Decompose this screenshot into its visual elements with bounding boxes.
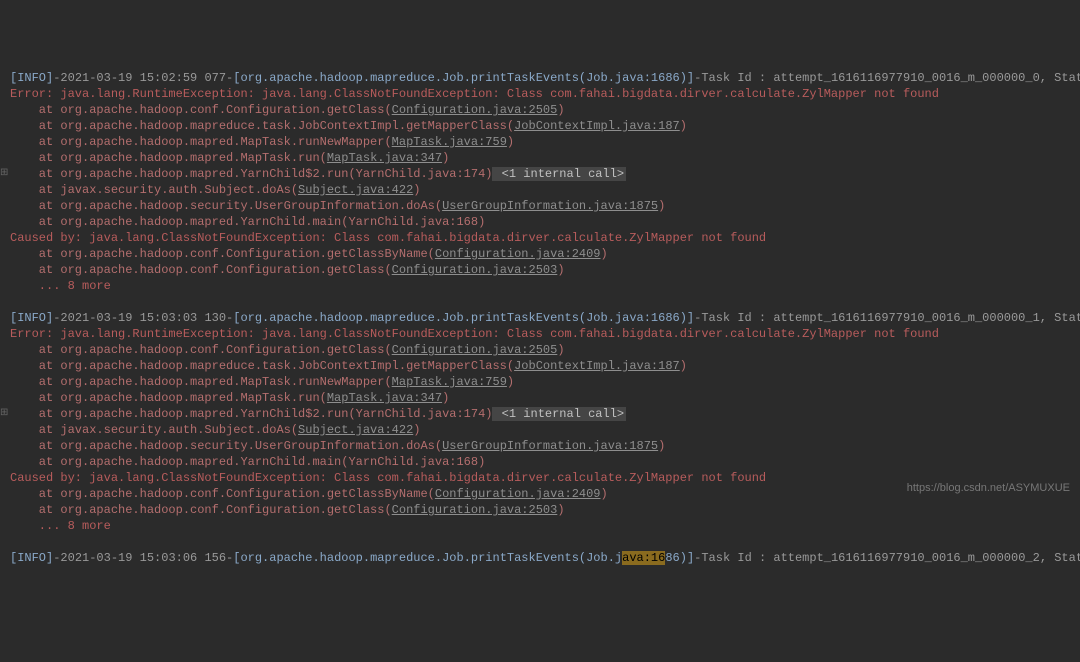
stack-frame: at org.apache.hadoop.mapreduce.task.JobC…	[10, 358, 1070, 374]
source-link[interactable]: Subject.java:422	[298, 423, 413, 437]
source-link[interactable]: MapTask.java:347	[327, 391, 442, 405]
log-info-line: [INFO]-2021-03-19 15:02:59 077-[org.apac…	[10, 70, 1070, 86]
source-link[interactable]: UserGroupInformation.java:1875	[442, 439, 658, 453]
stack-frame: ⊞ at org.apache.hadoop.mapred.YarnChild$…	[10, 406, 1070, 422]
stack-frame: at org.apache.hadoop.mapred.MapTask.run(…	[10, 390, 1070, 406]
stack-frame: at org.apache.hadoop.mapred.YarnChild.ma…	[10, 454, 1070, 470]
watermark: https://blog.csdn.net/ASYMUXUE	[907, 480, 1070, 496]
source-link[interactable]: Subject.java:422	[298, 183, 413, 197]
source-link[interactable]: JobContextImpl.java:187	[514, 119, 680, 133]
stack-frame: at org.apache.hadoop.security.UserGroupI…	[10, 198, 1070, 214]
blank-line	[10, 294, 1070, 310]
expand-icon[interactable]: ⊞	[0, 166, 8, 182]
source-link[interactable]: Configuration.java:2409	[435, 247, 601, 261]
source-link[interactable]: MapTask.java:759	[392, 135, 507, 149]
internal-call-badge[interactable]: <1 internal call>	[492, 167, 626, 181]
more-line: ... 8 more	[10, 278, 1070, 294]
stack-frame: at org.apache.hadoop.conf.Configuration.…	[10, 246, 1070, 262]
stack-frame: at org.apache.hadoop.conf.Configuration.…	[10, 262, 1070, 278]
stack-frame: at org.apache.hadoop.conf.Configuration.…	[10, 502, 1070, 518]
stack-frame: at org.apache.hadoop.conf.Configuration.…	[10, 102, 1070, 118]
source-link[interactable]: Configuration.java:2503	[392, 503, 558, 517]
blank-line	[10, 534, 1070, 550]
stack-frame: at org.apache.hadoop.mapred.MapTask.run(…	[10, 150, 1070, 166]
log-info-line: [INFO]-2021-03-19 15:03:03 130-[org.apac…	[10, 310, 1070, 326]
source-link[interactable]: Configuration.java:2503	[392, 263, 558, 277]
text-cursor: ava:16	[622, 551, 665, 565]
caused-by-line: Caused by: java.lang.ClassNotFoundExcept…	[10, 230, 1070, 246]
expand-icon[interactable]: ⊞	[0, 406, 8, 422]
stack-frame: at javax.security.auth.Subject.doAs(Subj…	[10, 182, 1070, 198]
more-line: ... 8 more	[10, 518, 1070, 534]
stack-frame: at javax.security.auth.Subject.doAs(Subj…	[10, 422, 1070, 438]
source-link[interactable]: Configuration.java:2505	[392, 103, 558, 117]
source-link[interactable]: UserGroupInformation.java:1875	[442, 199, 658, 213]
error-line: Error: java.lang.RuntimeException: java.…	[10, 86, 1070, 102]
stack-frame: at org.apache.hadoop.mapreduce.task.JobC…	[10, 118, 1070, 134]
stack-frame: ⊞ at org.apache.hadoop.mapred.YarnChild$…	[10, 166, 1070, 182]
internal-call-badge[interactable]: <1 internal call>	[492, 407, 626, 421]
stack-frame: at org.apache.hadoop.mapred.MapTask.runN…	[10, 134, 1070, 150]
error-line: Error: java.lang.RuntimeException: java.…	[10, 326, 1070, 342]
log-info-line: [INFO]-2021-03-19 15:03:06 156-[org.apac…	[10, 550, 1070, 566]
stack-frame: at org.apache.hadoop.security.UserGroupI…	[10, 438, 1070, 454]
source-link[interactable]: MapTask.java:759	[392, 375, 507, 389]
stack-frame: at org.apache.hadoop.mapred.MapTask.runN…	[10, 374, 1070, 390]
stack-frame: at org.apache.hadoop.conf.Configuration.…	[10, 342, 1070, 358]
source-link[interactable]: Configuration.java:2409	[435, 487, 601, 501]
source-link[interactable]: MapTask.java:347	[327, 151, 442, 165]
source-link[interactable]: JobContextImpl.java:187	[514, 359, 680, 373]
stack-frame: at org.apache.hadoop.mapred.YarnChild.ma…	[10, 214, 1070, 230]
source-link[interactable]: Configuration.java:2505	[392, 343, 558, 357]
